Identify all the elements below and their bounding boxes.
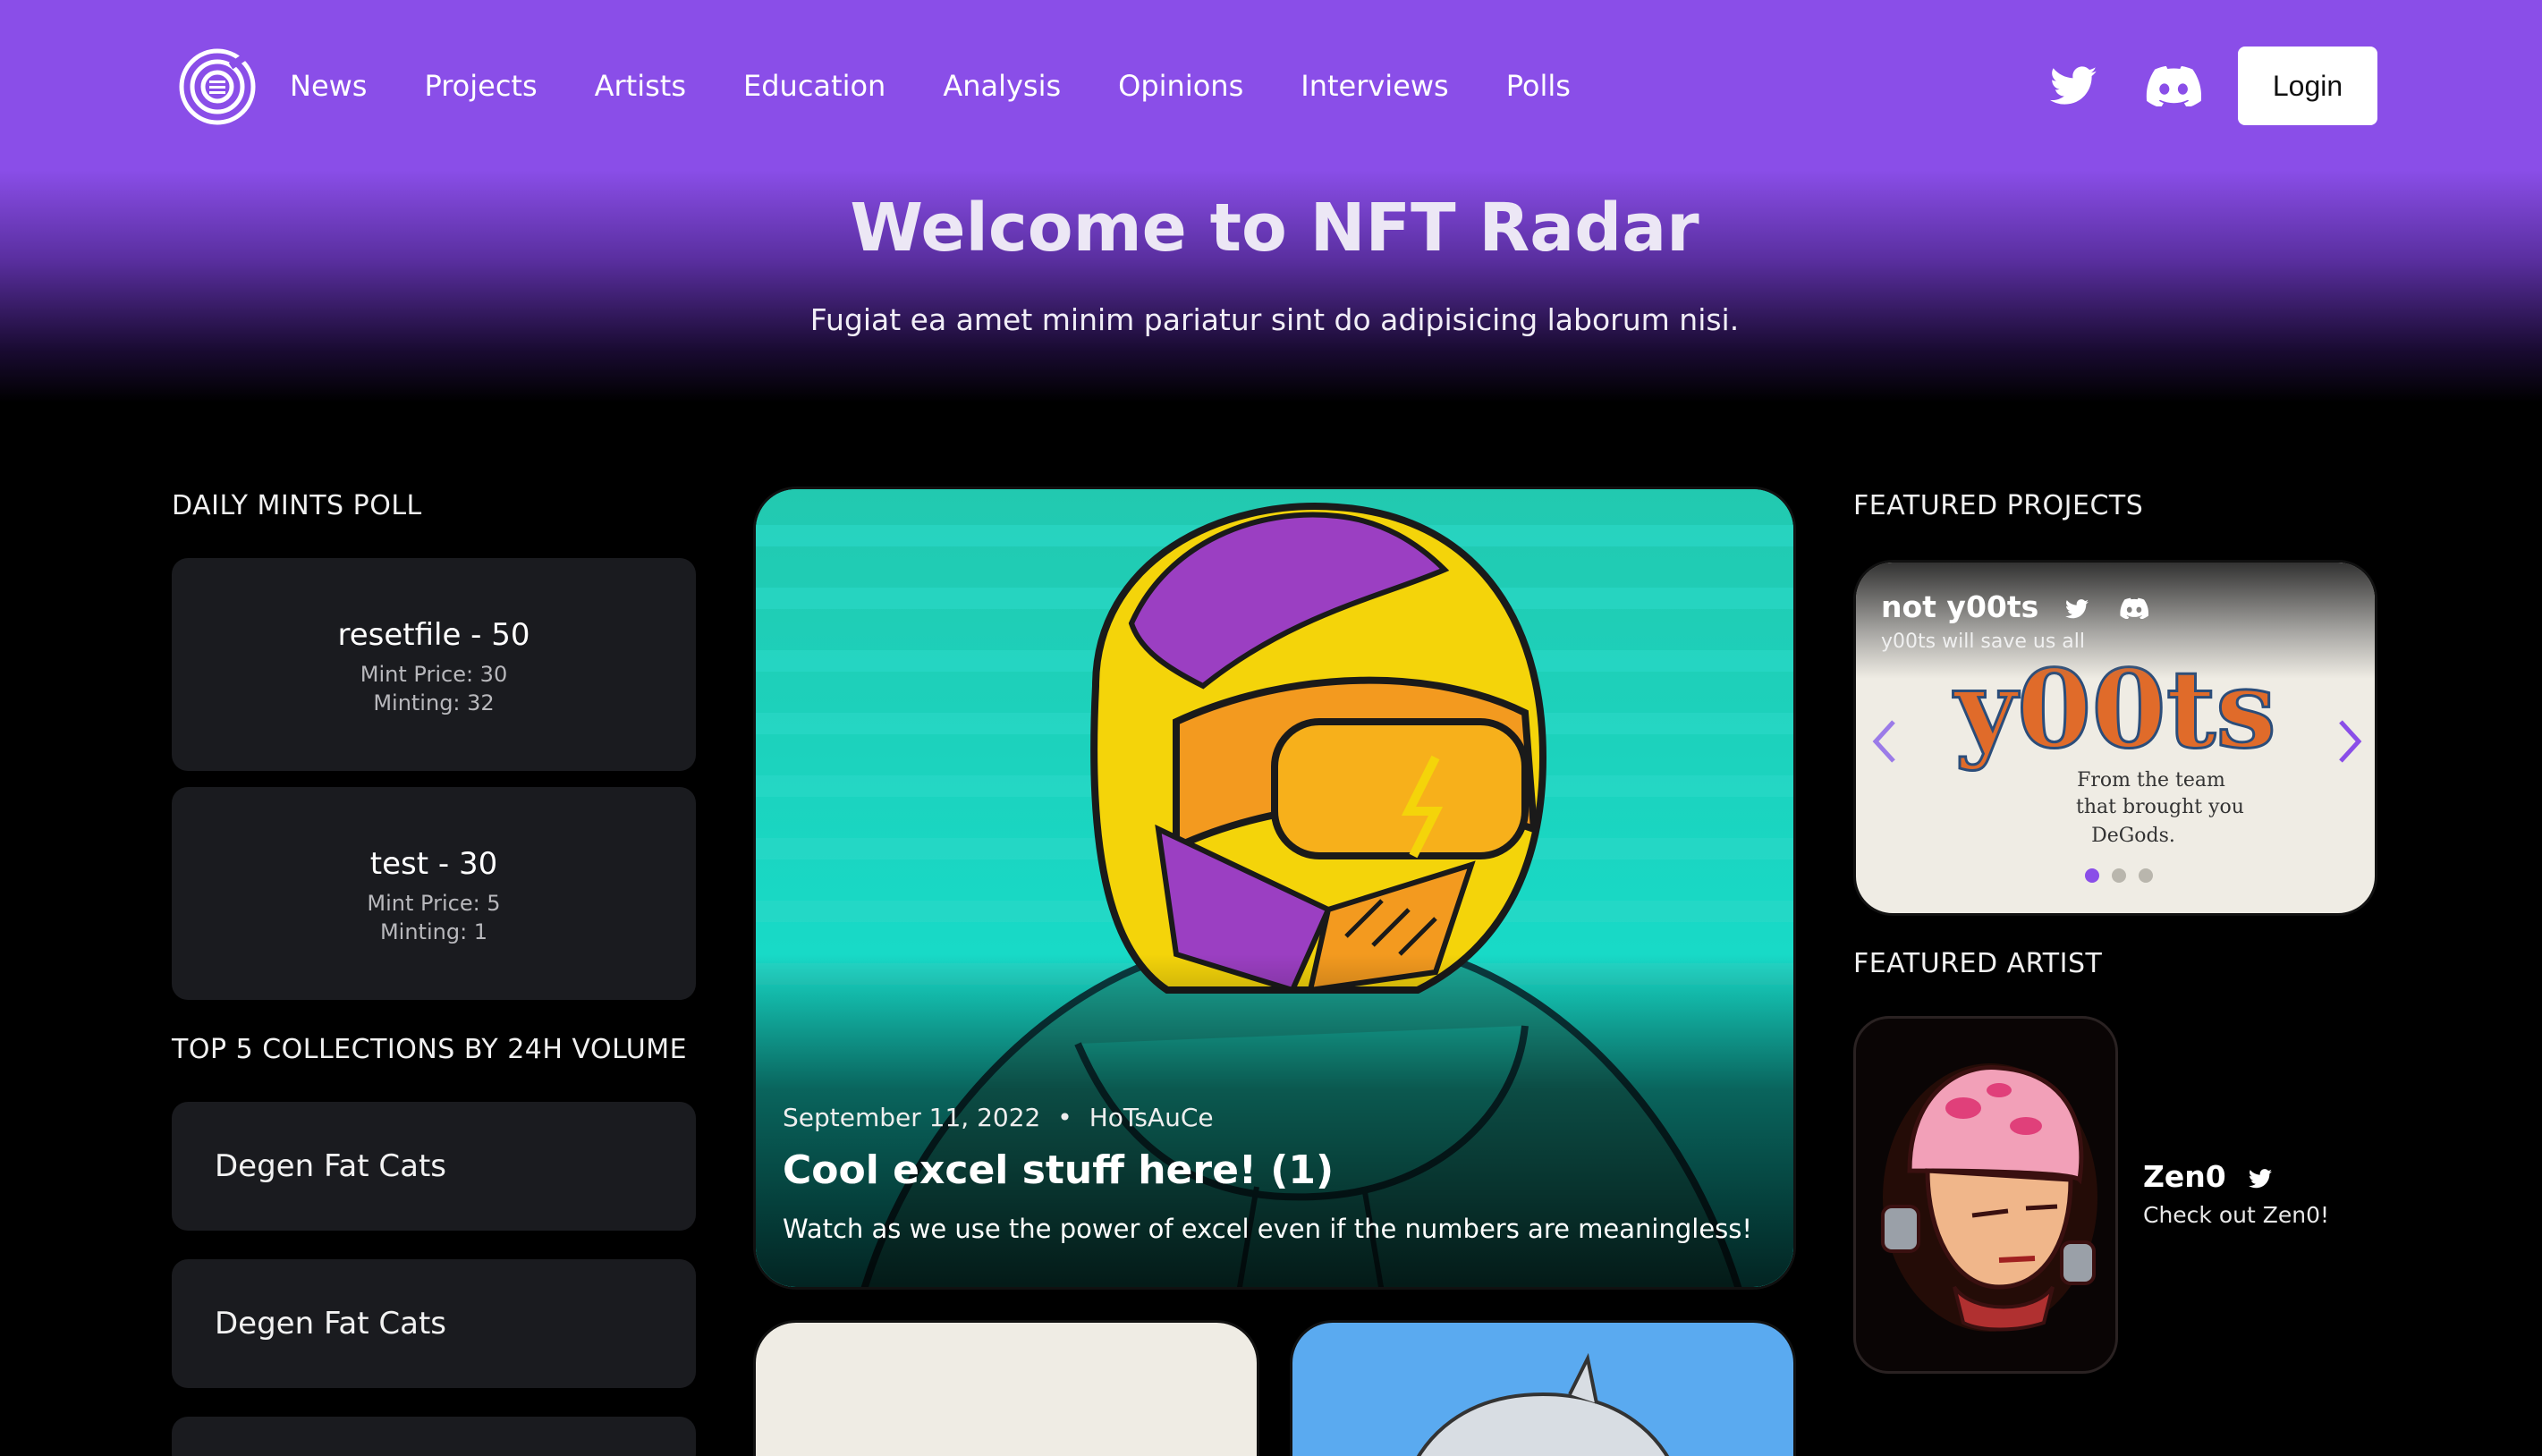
post-meta: September 11, 2022 • HoTsAuCe bbox=[783, 1103, 1214, 1132]
collection-item[interactable]: Degen Fat Cats bbox=[172, 1259, 696, 1388]
post-card-tertiary[interactable] bbox=[1290, 1320, 1796, 1456]
collection-item[interactable] bbox=[172, 1417, 696, 1456]
artist-image bbox=[1881, 1063, 2097, 1332]
post-title[interactable]: Cool excel stuff here! (1) bbox=[783, 1147, 1334, 1193]
nav-projects[interactable]: Projects bbox=[424, 63, 537, 109]
featured-project-tagline: y00ts will save us all bbox=[1881, 631, 2086, 653]
featured-project-title: not y00ts bbox=[1881, 589, 2039, 624]
carousel-dot[interactable] bbox=[2085, 868, 2099, 883]
featured-image-subtext-1: From the team bbox=[2077, 769, 2225, 791]
poll-item-price: Mint Price: 5 bbox=[367, 891, 501, 916]
nav-analysis[interactable]: Analysis bbox=[943, 63, 1061, 109]
poll-item-minting: Minting: 1 bbox=[379, 919, 488, 944]
featured-project-carousel[interactable]: y00ts From the team that brought you DeG… bbox=[1853, 560, 2377, 916]
collection-name: Degen Fat Cats bbox=[215, 1306, 446, 1342]
hero-subtitle: Fugiat ea amet minim pariatur sint do ad… bbox=[809, 302, 1740, 337]
nav-links: News Projects Artists Education Analysis… bbox=[290, 63, 1628, 109]
poll-item-price: Mint Price: 30 bbox=[360, 662, 508, 687]
poll-item-title: resetfile - 50 bbox=[337, 617, 530, 653]
carousel-prev-arrow-icon[interactable] bbox=[1867, 715, 1902, 768]
poll-item[interactable]: test - 30 Mint Price: 5 Minting: 1 bbox=[172, 787, 696, 1000]
featured-artist-label: FEATURED ARTIST bbox=[1853, 948, 2103, 979]
collection-item[interactable]: Degen Fat Cats bbox=[172, 1102, 696, 1231]
nav-artists[interactable]: Artists bbox=[595, 63, 686, 109]
post-date: September 11, 2022 bbox=[783, 1103, 1041, 1132]
featured-project-name[interactable]: not y00ts bbox=[1881, 589, 2149, 626]
nav-news[interactable]: News bbox=[290, 63, 367, 109]
featured-artist-avatar[interactable] bbox=[1853, 1016, 2118, 1374]
daily-mints-label: DAILY MINTS POLL bbox=[172, 490, 422, 521]
collection-name: Degen Fat Cats bbox=[215, 1148, 446, 1184]
twitter-icon[interactable] bbox=[2249, 1161, 2273, 1196]
top-collections-label: TOP 5 COLLECTIONS BY 24H VOLUME bbox=[172, 1034, 688, 1065]
discord-icon[interactable] bbox=[2120, 591, 2149, 626]
carousel-dots bbox=[2085, 868, 2153, 883]
post-card-secondary[interactable] bbox=[753, 1320, 1259, 1456]
carousel-dot[interactable] bbox=[2139, 868, 2153, 883]
featured-image-subtext-2: that brought you bbox=[2076, 796, 2244, 818]
poll-item-title: test - 30 bbox=[369, 846, 498, 882]
artist-name-text: Zen0 bbox=[2143, 1159, 2226, 1194]
featured-projects-label: FEATURED PROJECTS bbox=[1853, 490, 2144, 521]
post-meta-separator: • bbox=[1057, 1103, 1072, 1132]
nav-education[interactable]: Education bbox=[743, 63, 885, 109]
nav-opinions[interactable]: Opinions bbox=[1118, 63, 1243, 109]
carousel-next-arrow-icon[interactable] bbox=[2332, 715, 2368, 768]
nft-radar-logo-icon[interactable] bbox=[177, 47, 258, 127]
main-post-card[interactable]: September 11, 2022 • HoTsAuCe Cool excel… bbox=[753, 487, 1796, 1290]
carousel-dot[interactable] bbox=[2112, 868, 2126, 883]
nav-interviews[interactable]: Interviews bbox=[1301, 63, 1448, 109]
post-author[interactable]: HoTsAuCe bbox=[1089, 1103, 1214, 1132]
twitter-icon[interactable] bbox=[2064, 591, 2089, 626]
featured-image-subtext-3: DeGods. bbox=[2091, 825, 2175, 847]
featured-artist-description: Check out Zen0! bbox=[2143, 1202, 2330, 1228]
featured-artist-name[interactable]: Zen0 bbox=[2143, 1159, 2273, 1196]
poll-item[interactable]: resetfile - 50 Mint Price: 30 Minting: 3… bbox=[172, 558, 696, 771]
post-image bbox=[1416, 1352, 1670, 1456]
nav-polls[interactable]: Polls bbox=[1506, 63, 1571, 109]
twitter-icon[interactable] bbox=[2048, 63, 2098, 109]
login-button[interactable]: Login bbox=[2238, 47, 2377, 125]
poll-item-minting: Minting: 32 bbox=[373, 690, 495, 715]
hero-title: Welcome to NFT Radar bbox=[850, 190, 1699, 267]
top-nav: News Projects Artists Education Analysis… bbox=[0, 0, 2542, 172]
post-description: Watch as we use the power of excel even … bbox=[783, 1214, 1753, 1244]
discord-icon[interactable] bbox=[2145, 63, 2202, 109]
